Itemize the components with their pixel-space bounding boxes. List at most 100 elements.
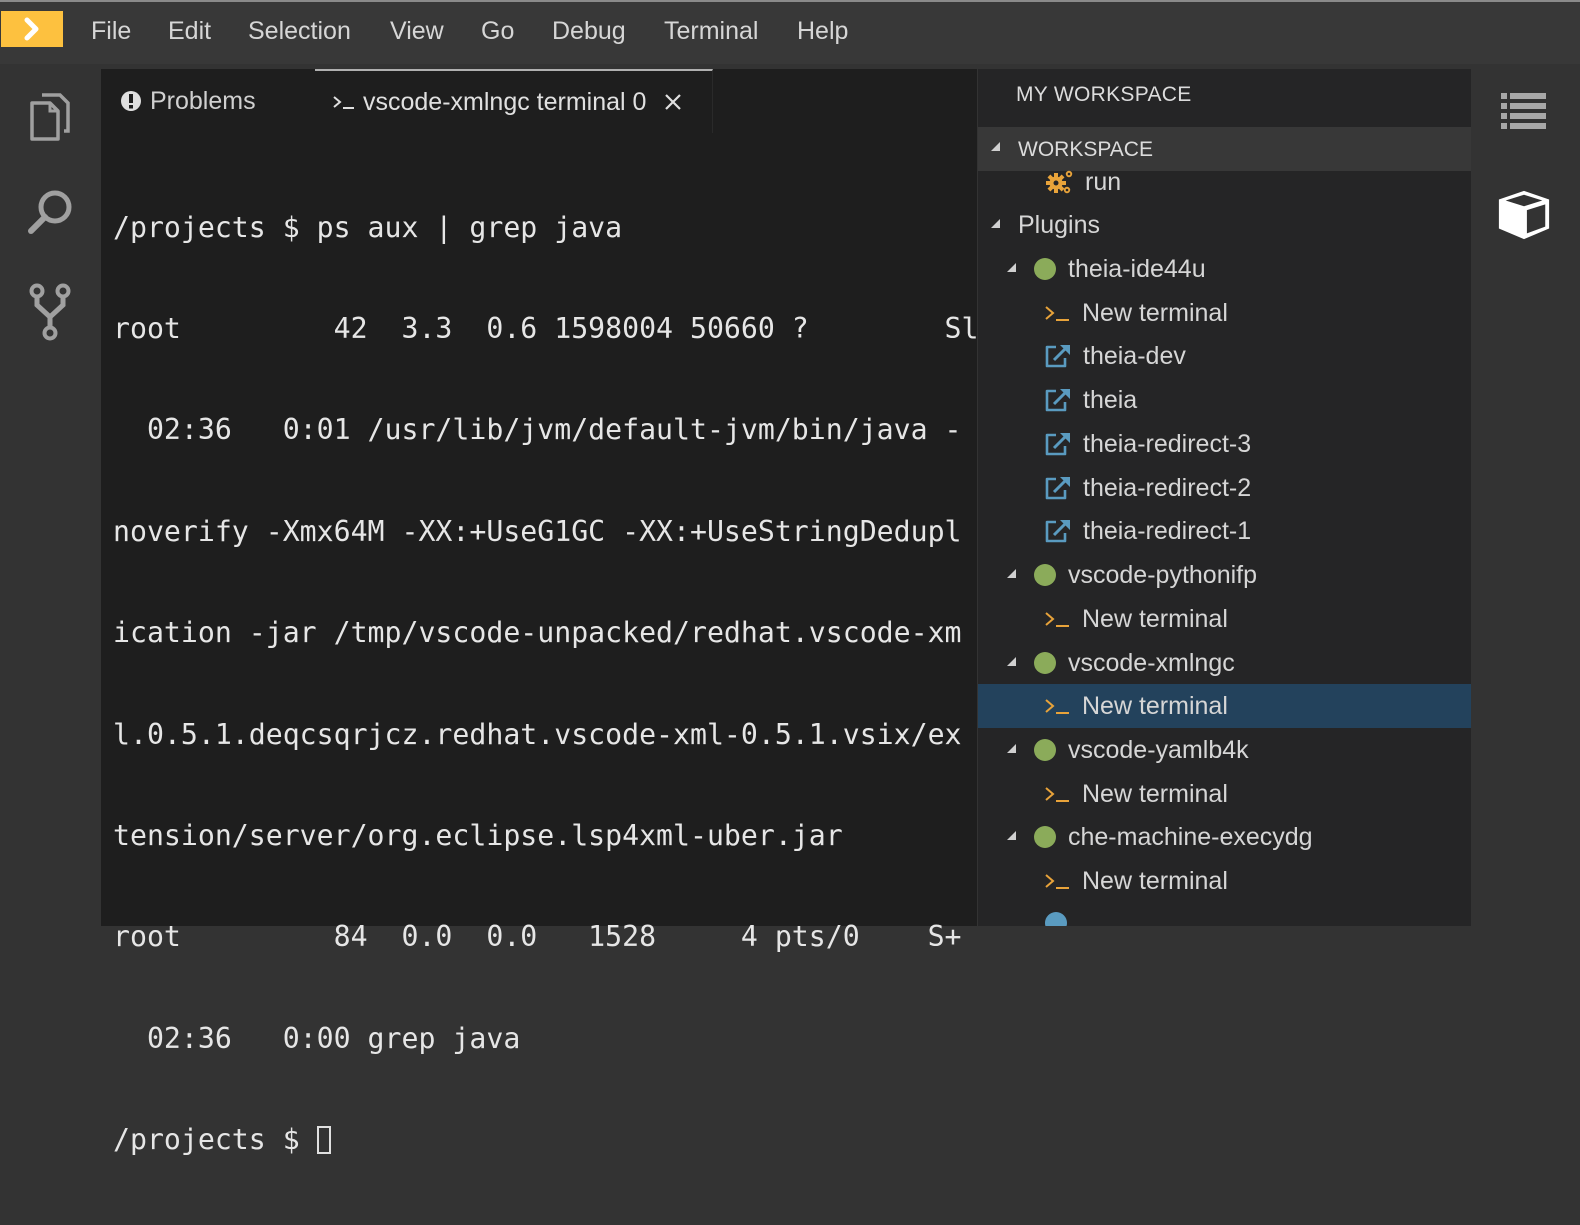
editor-area: Problems vscode-xmlngc terminal 0 /proje…	[101, 69, 979, 1156]
menu-bar: File Edit Selection View Go Debug Termin…	[0, 2, 1580, 64]
new-terminal-item[interactable]: New terminal	[978, 772, 1471, 816]
app-logo-button[interactable]	[1, 11, 63, 47]
new-terminal-item[interactable]: New terminal	[978, 597, 1471, 641]
explorer-button[interactable]	[22, 88, 78, 144]
info-icon	[1044, 911, 1068, 926]
close-tab-button[interactable]	[664, 86, 682, 118]
collapse-arrow-icon	[991, 219, 1000, 228]
collapse-arrow-icon	[1007, 744, 1016, 753]
command-label: run	[1085, 167, 1122, 196]
server-link-item[interactable]: theia-redirect-2	[978, 466, 1471, 510]
menu-view[interactable]: View	[390, 17, 444, 46]
machine-node[interactable]: vscode-yamlb4k	[978, 728, 1471, 772]
item-label: New terminal	[1082, 298, 1228, 327]
server-link-item[interactable]: theia-redirect-1	[978, 509, 1471, 553]
warning-circle-icon	[121, 91, 141, 111]
item-label: New terminal	[1082, 866, 1228, 895]
search-icon	[28, 190, 72, 234]
terminal-icon	[1044, 872, 1070, 890]
gears-icon	[1045, 168, 1075, 196]
activity-bar	[0, 64, 100, 926]
workspace-view-button[interactable]	[1496, 187, 1552, 243]
machine-name: vscode-xmlngc	[1068, 648, 1235, 677]
status-running-icon	[1034, 652, 1056, 674]
menu-selection[interactable]: Selection	[248, 17, 351, 46]
terminal-icon	[1044, 697, 1070, 715]
terminal-line: noverify -Xmx64M -XX:+UseG1GC -XX:+UseSt…	[113, 514, 962, 548]
terminal-prompt: /projects $	[113, 1123, 317, 1157]
machine-name: vscode-pythonifp	[1068, 560, 1258, 589]
machine-node[interactable]: theia-ide44u	[978, 247, 1471, 291]
menu-terminal[interactable]: Terminal	[664, 17, 758, 46]
terminal-output[interactable]: /projects $ ps aux | grep java root 42 3…	[113, 143, 979, 1225]
plugins-label: Plugins	[1018, 210, 1100, 239]
terminal-prompt-line[interactable]: /projects $	[113, 1123, 973, 1157]
machine-name: vscode-yamlb4k	[1068, 735, 1249, 764]
external-link-icon	[1044, 475, 1072, 501]
status-running-icon	[1034, 564, 1056, 586]
terminal-line: l.0.5.1.deqcsqrjcz.redhat.vscode-xml-0.5…	[113, 717, 962, 751]
tab-problems[interactable]: Problems	[101, 69, 314, 133]
terminal-icon	[1044, 610, 1070, 628]
item-label: theia	[1083, 385, 1138, 414]
external-link-icon	[1044, 387, 1072, 413]
server-link-item[interactable]: theia-redirect-3	[978, 422, 1471, 466]
clipped-tree-item[interactable]	[978, 903, 1471, 926]
terminal-icon	[1044, 304, 1070, 322]
external-link-icon	[1044, 518, 1072, 544]
chevron-right-icon	[24, 17, 39, 41]
outline-view-button[interactable]	[1496, 83, 1552, 139]
terminal-line: root 84 0.0 0.0 1528 4 pts/0 S+	[113, 920, 962, 954]
collapse-arrow-icon	[1007, 263, 1016, 272]
terminal-cursor	[316, 1126, 331, 1155]
terminal-line: ication -jar /tmp/vscode-unpacked/redhat…	[113, 616, 962, 650]
panel-title: MY WORKSPACE	[1016, 83, 1192, 106]
item-label: theia-redirect-3	[1083, 429, 1252, 458]
tab-terminal-label: vscode-xmlngc terminal 0	[363, 87, 647, 116]
workspace-command-run[interactable]: run	[978, 160, 1471, 204]
item-label: theia-redirect-2	[1083, 473, 1252, 502]
plugins-node[interactable]: Plugins	[978, 203, 1471, 247]
new-terminal-item[interactable]: New terminal	[978, 291, 1471, 335]
close-icon	[665, 94, 682, 110]
section-label: WORKSPACE	[1018, 138, 1153, 161]
workspace-panel: MY WORKSPACE WORKSPACE run Plugins theia…	[978, 69, 1471, 926]
collapse-arrow-icon	[991, 142, 1000, 151]
collapse-arrow-icon	[1007, 569, 1016, 578]
tab-terminal[interactable]: vscode-xmlngc terminal 0	[315, 69, 713, 133]
menu-debug[interactable]: Debug	[552, 17, 626, 46]
new-terminal-item[interactable]: New terminal	[978, 859, 1471, 903]
new-terminal-item-selected[interactable]: New terminal	[978, 684, 1471, 728]
machine-node[interactable]: vscode-xmlngc	[978, 641, 1471, 685]
terminal-line: tension/server/org.eclipse.lsp4xml-uber.…	[113, 818, 843, 852]
collapse-arrow-icon	[1007, 831, 1016, 840]
files-icon	[30, 93, 70, 141]
terminal-line: root 42 3.3 0.6 1598004 50660 ? Sl	[113, 311, 979, 345]
status-running-icon	[1034, 739, 1056, 761]
tab-bar: Problems vscode-xmlngc terminal 0	[101, 69, 977, 135]
machine-node[interactable]: vscode-pythonifp	[978, 553, 1471, 597]
external-link-icon	[1044, 431, 1072, 457]
server-link-item[interactable]: theia	[978, 378, 1471, 422]
terminal-icon	[333, 96, 354, 109]
terminal-line: 02:36 0:00 grep java	[113, 1021, 521, 1055]
menu-go[interactable]: Go	[481, 17, 514, 46]
status-running-icon	[1034, 826, 1056, 848]
item-label: New terminal	[1082, 779, 1228, 808]
outline-list-icon	[1501, 93, 1546, 129]
item-label: theia-redirect-1	[1083, 516, 1252, 545]
menu-file[interactable]: File	[91, 17, 131, 46]
collapse-arrow-icon	[1007, 657, 1016, 666]
menu-edit[interactable]: Edit	[168, 17, 211, 46]
machine-name: che-machine-execydg	[1068, 822, 1313, 851]
item-label: New terminal	[1082, 604, 1228, 633]
search-button[interactable]	[22, 184, 78, 240]
terminal-icon	[1044, 785, 1070, 803]
menu-help[interactable]: Help	[797, 17, 848, 46]
workspace-cube-icon	[1498, 190, 1550, 240]
machine-node[interactable]: che-machine-execydg	[978, 815, 1471, 859]
external-link-icon	[1044, 343, 1072, 369]
right-activity-bar	[1471, 64, 1580, 926]
server-link-item[interactable]: theia-dev	[978, 334, 1471, 378]
source-control-button[interactable]	[22, 283, 78, 341]
